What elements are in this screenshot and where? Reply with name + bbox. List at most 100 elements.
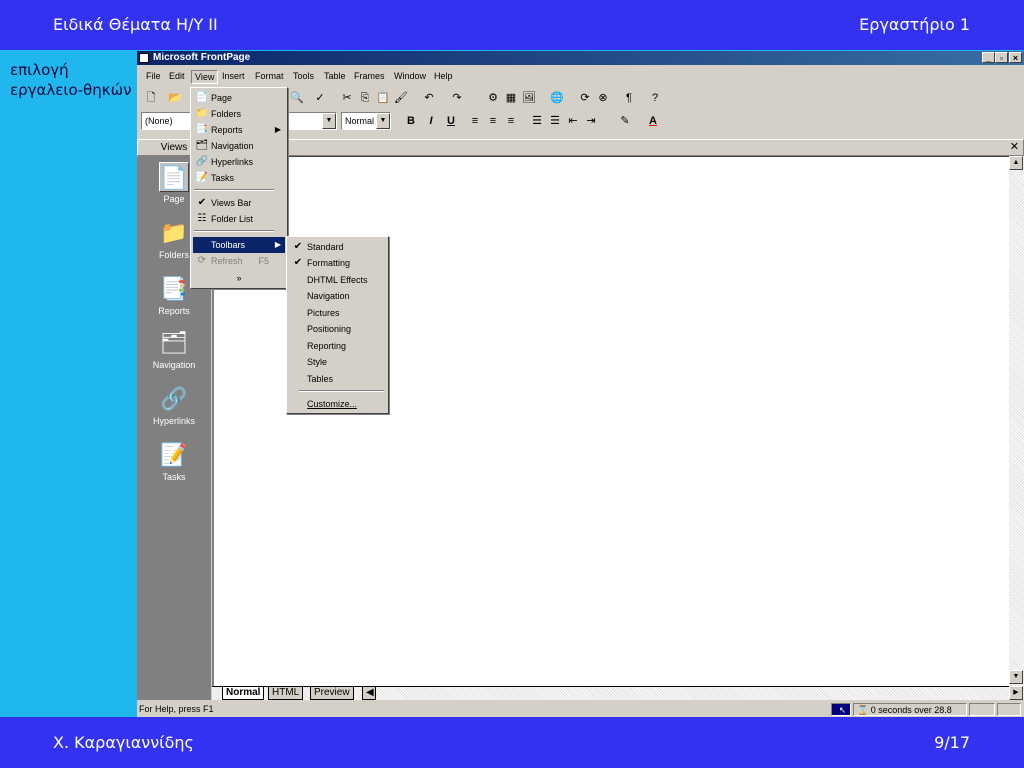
view-tasks[interactable]: 📝 Tasks <box>137 440 211 482</box>
toolbars-dhtml-effects-label: DHTML Effects <box>307 275 368 285</box>
menu-tools[interactable]: Tools <box>290 70 317 82</box>
toolbars-dhtml-effects[interactable]: DHTML Effects <box>289 272 386 288</box>
view-tabs: Normal HTML Preview ◀ <box>212 686 1009 700</box>
vertical-scrollbar[interactable]: ▲ ▼ ▶ <box>1009 156 1024 700</box>
underline-button[interactable]: U <box>443 113 459 129</box>
font-color-icon[interactable]: A <box>645 113 661 129</box>
undo-icon[interactable]: ↶ <box>421 90 437 106</box>
toolbars-tables[interactable]: Tables <box>289 371 386 387</box>
menu-window[interactable]: Window <box>391 70 429 82</box>
increase-indent-icon[interactable]: ⇥ <box>583 113 599 129</box>
insert-component-icon[interactable]: ⚙ <box>485 90 501 106</box>
app-icon[interactable] <box>139 53 149 63</box>
view-navigation[interactable]: 🗂 Navigation <box>137 328 211 370</box>
style-combo[interactable]: (None) <box>141 112 191 130</box>
close-document-icon[interactable]: ✕ <box>1010 140 1019 155</box>
align-center-icon[interactable]: ≡ <box>485 113 501 129</box>
pointer-icon: ↖ <box>831 703 851 716</box>
size-combo[interactable]: Normal ▼ <box>341 112 391 130</box>
hyperlinks-icon: 🔗 <box>195 156 209 167</box>
scroll-left-icon[interactable]: ◀ <box>362 687 376 700</box>
toolbars-style-label: Style <box>307 357 328 367</box>
size-combo-value: Normal <box>345 116 375 126</box>
view-menu-toolbars[interactable]: Toolbars ▶ <box>193 237 285 253</box>
menu-frames[interactable]: Frames <box>351 70 388 82</box>
menu-insert[interactable]: Insert <box>219 70 248 82</box>
view-menu-page[interactable]: 📄 Page <box>193 90 285 106</box>
scroll-right-icon[interactable]: ▶ <box>1009 686 1023 700</box>
side-note: επιλογή εργαλειο-θηκών <box>10 61 132 99</box>
toolbars-reporting-label: Reporting <box>307 341 347 351</box>
redo-icon[interactable]: ↷ <box>449 90 465 106</box>
align-right-icon[interactable]: ≡ <box>503 113 519 129</box>
toolbars-reporting[interactable]: Reporting <box>289 338 386 354</box>
view-menu-folder-list[interactable]: ☷ Folder List <box>193 211 285 227</box>
toolbars-formatting[interactable]: ✔ Formatting <box>289 255 386 271</box>
check-icon: ✔ <box>197 197 207 208</box>
cut-icon[interactable]: ✂ <box>339 90 355 106</box>
tab-normal[interactable]: Normal <box>222 687 265 700</box>
menu-view[interactable]: View <box>191 70 219 84</box>
view-menu-folders[interactable]: 📁 Folders <box>193 106 285 122</box>
toolbars-pictures[interactable]: Pictures <box>289 305 386 321</box>
insert-table-icon[interactable]: ▦ <box>503 90 519 106</box>
toolbars-positioning[interactable]: Positioning <box>289 321 386 337</box>
menu-expand-chevron-icon[interactable]: » <box>193 270 285 286</box>
help-icon[interactable]: ? <box>647 90 663 106</box>
menu-separator <box>299 390 384 392</box>
close-button[interactable]: × <box>1009 52 1022 63</box>
show-all-icon[interactable]: ¶ <box>621 90 637 106</box>
toolbars-navigation[interactable]: Navigation <box>289 288 386 304</box>
reports-icon: 📑 <box>160 276 188 301</box>
toolbars-customize-label: Customize... <box>307 399 358 409</box>
menu-file[interactable]: File <box>143 70 164 82</box>
view-menu-tasks[interactable]: 📝 Tasks <box>193 170 285 186</box>
refresh-icon[interactable]: ⟳ <box>577 90 593 106</box>
hyperlink-icon[interactable]: 🌐 <box>549 90 565 106</box>
paste-icon[interactable]: 📋 <box>375 90 391 106</box>
menu-table[interactable]: Table <box>321 70 349 82</box>
minimize-button[interactable]: _ <box>982 52 995 63</box>
preview-icon[interactable]: 🔍 <box>289 90 305 106</box>
bold-button[interactable]: B <box>403 113 419 129</box>
toolbars-customize[interactable]: Customize... <box>289 396 386 412</box>
insert-picture-icon[interactable]: 🖼 <box>521 90 537 106</box>
numbering-icon[interactable]: ☰ <box>529 113 545 129</box>
submenu-arrow-icon: ▶ <box>274 125 281 134</box>
tab-html[interactable]: HTML <box>268 687 304 700</box>
scroll-down-icon[interactable]: ▼ <box>1009 670 1023 684</box>
tab-preview[interactable]: Preview <box>310 687 354 700</box>
new-page-icon[interactable]: 🗋 <box>143 90 159 106</box>
decrease-indent-icon[interactable]: ⇤ <box>565 113 581 129</box>
menu-separator <box>194 230 274 232</box>
copy-icon[interactable]: ⎘ <box>357 90 373 106</box>
toolbars-style[interactable]: Style <box>289 354 386 370</box>
menu-edit[interactable]: Edit <box>166 70 188 82</box>
view-hyperlinks-label: Hyperlinks <box>152 416 195 426</box>
menu-help[interactable]: Help <box>431 70 456 82</box>
document-header: n ✕ <box>212 139 1024 156</box>
view-hyperlinks[interactable]: 🔗 Hyperlinks <box>137 384 211 426</box>
view-menu-hyperlinks[interactable]: 🔗 Hyperlinks <box>193 154 285 170</box>
scroll-up-icon[interactable]: ▲ <box>1009 156 1023 170</box>
chevron-down-icon: ▼ <box>322 113 336 129</box>
view-menu-views-bar[interactable]: ✔ Views Bar <box>193 195 285 211</box>
menu-format[interactable]: Format <box>252 70 287 82</box>
highlight-icon[interactable]: ✎ <box>617 113 633 129</box>
align-left-icon[interactable]: ≡ <box>467 113 483 129</box>
view-menu-toolbars-label: Toolbars <box>211 240 246 250</box>
view-menu-refresh[interactable]: ⟳ Refresh F5 <box>193 253 285 269</box>
italic-button[interactable]: I <box>423 113 439 129</box>
view-menu-navigation[interactable]: 🗂 Navigation <box>193 138 285 154</box>
spelling-icon[interactable]: ✓ <box>312 90 328 106</box>
open-icon[interactable]: 📂 <box>167 90 183 106</box>
font-combo[interactable]: ▼ <box>287 112 337 130</box>
bullets-icon[interactable]: ☰ <box>547 113 563 129</box>
restore-button[interactable]: ▫ <box>995 52 1008 63</box>
view-menu-reports[interactable]: 📑 Reports ▶ <box>193 122 285 138</box>
stop-icon[interactable]: ⊗ <box>595 90 611 106</box>
refresh-shortcut: F5 <box>258 256 269 266</box>
toolbars-standard[interactable]: ✔ Standard <box>289 239 386 255</box>
format-painter-icon[interactable]: 🖌 <box>393 90 409 106</box>
view-reports-label: Reports <box>158 306 190 316</box>
